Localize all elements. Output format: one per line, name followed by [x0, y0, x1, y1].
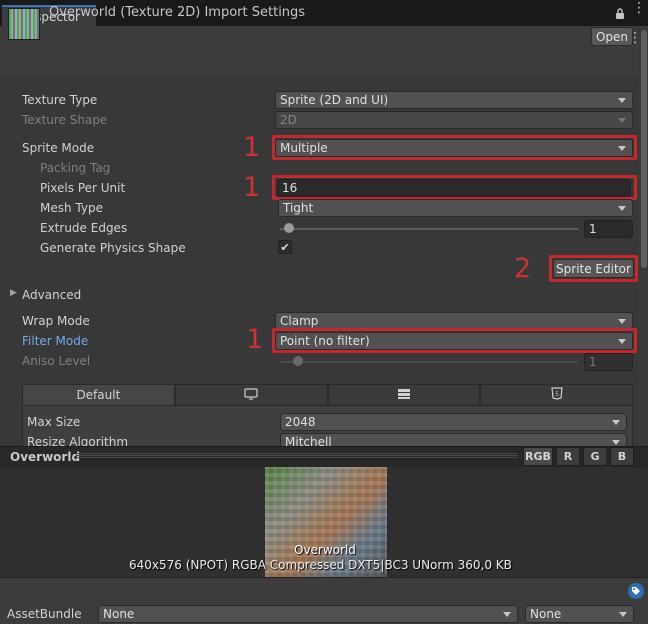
resize-algorithm-value: Mitchell	[285, 435, 332, 446]
texture-thumbnail	[8, 8, 40, 40]
highlight-box	[272, 135, 637, 160]
chevron-down-icon	[612, 420, 620, 425]
resize-algorithm-dropdown[interactable]: Mitchell	[280, 433, 627, 446]
assetbundle-variant-value: None	[530, 607, 562, 621]
assetbundle-label: AssetBundle	[7, 607, 82, 621]
inspector-header	[0, 26, 648, 76]
channel-rgb-button[interactable]: RGB	[523, 447, 553, 466]
svg-text:5: 5	[555, 391, 559, 398]
chevron-down-icon	[618, 206, 626, 211]
aniso-level-field: 1	[584, 353, 633, 371]
highlight-box	[272, 328, 637, 353]
lock-icon[interactable]	[615, 8, 625, 22]
texture-shape-label: Texture Shape	[22, 113, 108, 127]
annotation-step-number: 2	[514, 253, 532, 284]
chevron-down-icon	[612, 440, 620, 445]
max-size-value: 2048	[285, 415, 316, 429]
packing-tag-label: Packing Tag	[40, 161, 111, 175]
texture-shape-dropdown: 2D	[275, 111, 633, 129]
chevron-down-icon	[618, 98, 626, 103]
mesh-type-label: Mesh Type	[40, 201, 103, 215]
tab-server[interactable]	[327, 384, 481, 406]
mesh-type-dropdown[interactable]: Tight	[278, 199, 633, 217]
assetbundle-variant-dropdown[interactable]: None	[525, 605, 634, 623]
sprite-mode-label: Sprite Mode	[22, 141, 95, 155]
filter-mode-label: Filter Mode	[22, 334, 89, 348]
wrap-mode-label: Wrap Mode	[22, 314, 90, 328]
extrude-edges-field[interactable]: 1	[584, 220, 633, 238]
html5-icon: 5	[550, 387, 563, 403]
preview-drag-handle[interactable]	[76, 453, 518, 459]
tab-webgl[interactable]: 5	[480, 384, 633, 406]
extrude-edges-slider-handle[interactable]	[283, 223, 294, 233]
channel-b-button[interactable]: B	[610, 447, 634, 466]
chevron-down-icon	[618, 118, 626, 123]
chevron-down-icon	[619, 612, 627, 617]
max-size-label: Max Size	[27, 415, 81, 429]
extrude-edges-label: Extrude Edges	[40, 221, 128, 235]
wrap-mode-value: Clamp	[280, 314, 319, 328]
aniso-level-slider-handle	[292, 356, 303, 366]
tab-default[interactable]: Default	[22, 384, 175, 406]
tab-standalone[interactable]	[174, 384, 328, 406]
annotation-step-number: 1	[243, 172, 261, 203]
chevron-down-icon	[503, 612, 511, 617]
server-icon	[397, 388, 411, 403]
annotation-step-number: 1	[243, 132, 261, 163]
monitor-icon	[244, 387, 258, 403]
preview-caption: Overworld	[294, 543, 356, 557]
open-button[interactable]: Open	[591, 27, 633, 46]
texture-type-dropdown[interactable]: Sprite (2D and UI)	[275, 91, 633, 109]
kebab-menu-icon[interactable]: ⋮	[632, 1, 646, 15]
mesh-type-value: Tight	[283, 201, 314, 215]
asset-title: Overworld (Texture 2D) Import Settings	[49, 5, 306, 20]
preview-title: Overworld	[10, 450, 81, 464]
assetbundle-name-value: None	[103, 607, 135, 621]
resize-algorithm-label: Resize Algorithm	[27, 435, 129, 446]
aniso-level-label: Aniso Level	[22, 354, 91, 368]
extrude-edges-slider[interactable]	[280, 228, 578, 230]
texture-type-label: Texture Type	[22, 93, 98, 107]
highlight-box	[272, 175, 637, 200]
texture-shape-value: 2D	[280, 113, 297, 127]
generate-physics-shape-checkbox[interactable]: ✔	[278, 240, 292, 254]
texture-info: 640x576 (NPOT) RGBA Compressed DXT5|BC3 …	[129, 558, 512, 572]
aniso-level-slider	[280, 361, 578, 363]
scrollbar-thumb[interactable]	[641, 30, 647, 268]
platform-tabs: Default 5	[22, 384, 633, 406]
max-size-dropdown[interactable]: 2048	[280, 413, 627, 431]
import-settings-panel: Texture Type Sprite (2D and UI) Texture …	[0, 76, 638, 446]
foldout-arrow-icon[interactable]: ▶	[10, 288, 17, 298]
channel-g-button[interactable]: G	[583, 447, 607, 466]
texture-type-value: Sprite (2D and UI)	[280, 93, 389, 107]
annotation-step-number: 1	[246, 324, 264, 355]
pixels-per-unit-label: Pixels Per Unit	[40, 181, 126, 195]
chevron-down-icon	[618, 319, 626, 324]
tag-icon[interactable]	[628, 583, 644, 599]
highlight-box	[549, 255, 638, 282]
assetbundle-name-dropdown[interactable]: None	[98, 605, 518, 623]
generate-physics-shape-label: Generate Physics Shape	[40, 241, 186, 255]
channel-r-button[interactable]: R	[556, 447, 580, 466]
advanced-foldout[interactable]: Advanced	[22, 288, 81, 302]
